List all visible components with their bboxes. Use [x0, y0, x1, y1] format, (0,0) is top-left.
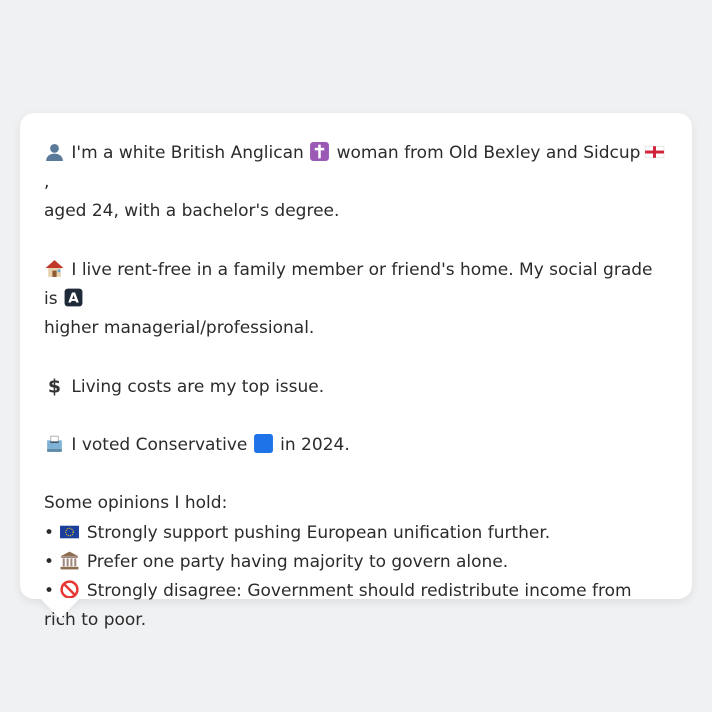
dollar-sign-icon: $ [44, 375, 65, 396]
issue-line: $ Living costs are my top issue. [44, 373, 668, 402]
opinion-item: • Prefer one party having majority to go… [44, 548, 668, 577]
housing-text-2: higher managerial/professional. [44, 318, 315, 339]
identity-comma: , [44, 172, 50, 193]
bullet: • [44, 551, 55, 572]
identity-text-3: aged 24, with a bachelor's degree. [44, 201, 340, 222]
letter-a-button-icon: A [63, 287, 84, 308]
vote-line: I voted Conservative in 2024. [44, 431, 668, 460]
eu-flag-icon [59, 521, 80, 542]
ballot-box-icon [44, 433, 65, 454]
bubble-tail [40, 598, 80, 619]
opinions-heading: Some opinions I hold: [44, 493, 228, 514]
opinion-text: Prefer one party having majority to gove… [86, 551, 509, 572]
opinion-text: Strongly disagree: Government should red… [44, 580, 632, 631]
house-icon [44, 258, 65, 279]
identity-text-1: I'm a white British Anglican [71, 143, 304, 163]
vote-text-2: in 2024. [280, 434, 350, 455]
persona-message-bubble: I'm a white British Anglican woman from … [20, 113, 692, 630]
classical-building-icon [59, 550, 80, 571]
housing-text-1: I live rent-free in a family member or f… [44, 259, 653, 309]
blue-square-icon [253, 433, 274, 454]
opinion-item: • Strongly support pushing European unif… [44, 519, 668, 548]
identity-text-2: woman from Old Bexley and Sidcup [336, 143, 641, 163]
latin-cross-icon [309, 141, 330, 162]
issue-text: Living costs are my top issue. [71, 376, 325, 397]
svg-text:$: $ [48, 375, 61, 396]
person-silhouette-icon [44, 141, 65, 162]
bullet: • [44, 522, 55, 543]
prohibited-icon [59, 579, 80, 600]
opinion-text: Strongly support pushing European unific… [86, 522, 551, 543]
england-flag-icon [644, 141, 665, 162]
identity-line: I'm a white British Anglican woman from … [44, 139, 668, 227]
vote-text-1: I voted Conservative [71, 434, 248, 455]
svg-text:A: A [68, 291, 79, 307]
opinion-item: • Strongly disagree: Government should r… [44, 577, 668, 635]
housing-line: I live rent-free in a family member or f… [44, 256, 668, 344]
